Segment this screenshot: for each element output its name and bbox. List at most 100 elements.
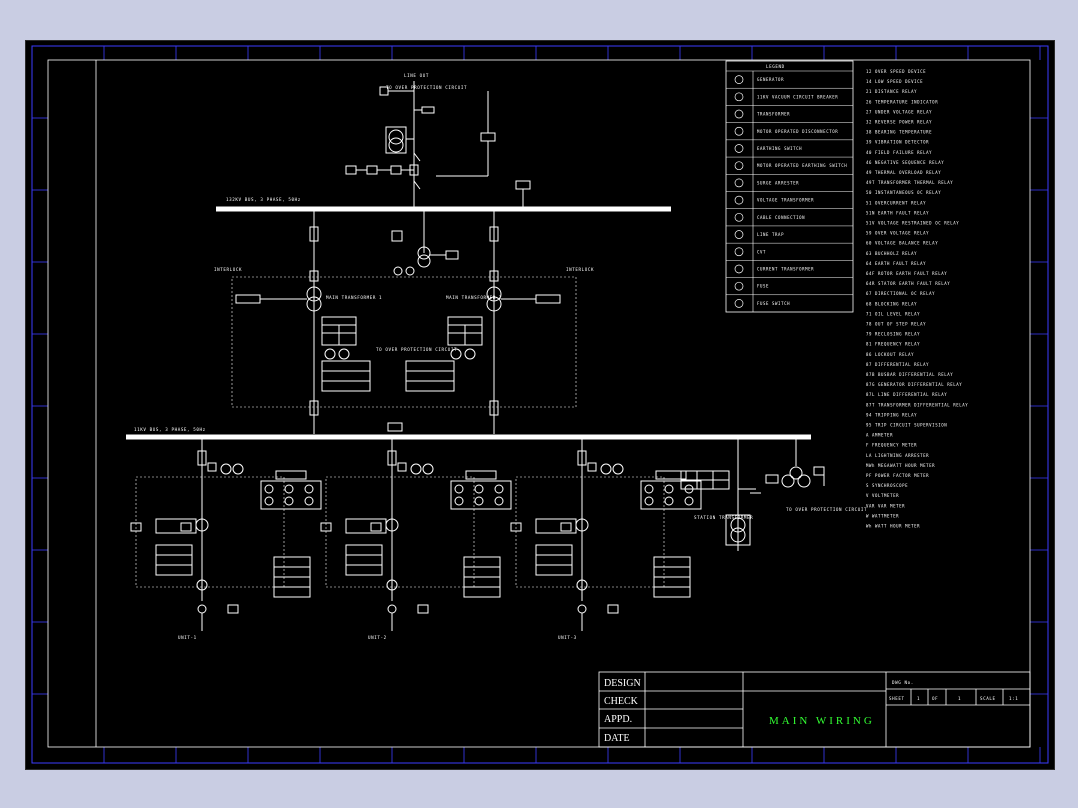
legend-code: 81 FREQUENCY RELAY [866,342,920,347]
legend-code: VAR VAR METER [866,503,905,508]
legend-item: GENERATOR [757,77,784,82]
legend-symbol [734,109,744,119]
legend-code: 95 TRIP CIRCUIT SUPERVISION [866,423,947,428]
legend-code: 21 DISTANCE RELAY [866,89,917,94]
legend-code: 63 BUCHHOLZ RELAY [866,251,917,256]
legend-code: 64 EARTH FAULT RELAY [866,261,926,266]
legend-item: FUSE SWITCH [757,301,790,306]
legend-code: PF POWER FACTOR METER [866,473,929,478]
to-protection-hv: TO OVER PROTECTION CIRCUIT [376,347,457,352]
main-tx-left: MAIN TRANSFORMER 1 [326,295,382,300]
legend-code: 50 INSTANTANEOUS OC RELAY [866,190,941,195]
legend-item: CVT [757,249,766,254]
unit-label: UNIT-3 [558,635,577,640]
line-out-label: LINE OUT [404,73,429,78]
legend-symbol [734,75,744,84]
legend-code: 64F ROTOR EARTH FAULT RELAY [866,271,947,276]
legend-code: 27 UNDER VOLTAGE RELAY [866,109,932,114]
legend-code: 51V VOLTAGE RESTRAINED OC RELAY [866,221,959,226]
legend-symbol [734,230,744,239]
legend-code: 32 REVERSE POWER RELAY [866,120,932,125]
appd-label: APPD. [604,714,632,725]
hv-section: LINE OUT 132KV BUS, 3 PHASE, 50Hz INTERL… [126,73,811,440]
legend-table: LEGEND GENERATOR 11KV VACUUM CIRCUIT BREA… [725,60,854,313]
sheet-label: SHEET [889,696,905,701]
of-number: 1 [958,696,961,701]
generator-unit: UNIT-2 [320,437,512,640]
legend-code: 38 BEARING TEMPERATURE [866,130,932,135]
legend-code: 94 TRIPPING RELAY [866,412,917,417]
legend-code: V VOLTMETER [866,493,899,498]
scale-label: SCALE [980,696,996,701]
generator-unit: UNIT-1 [130,437,322,640]
single-line-diagram: LEGEND GENERATOR 11KV VACUUM CIRCUIT BREA… [31,45,1049,764]
legend-item: LINE TRAP [757,232,784,237]
legend-code: 87T TRANSFORMER DIFFERENTIAL RELAY [866,402,968,407]
legend-code: LA LIGHTNING ARRESTER [866,453,929,458]
drawing-viewport[interactable]: LEGEND GENERATOR 11KV VACUUM CIRCUIT BREA… [25,40,1055,770]
legend-symbol [734,161,744,171]
interlock-right: INTERLOCK [566,267,594,272]
legend-code: 79 RECLOSING RELAY [866,332,920,337]
legend-code: 87L LINE DIFFERENTIAL RELAY [866,392,947,397]
legend-code: 60 VOLTAGE BALANCE RELAY [866,241,938,246]
hv-bus-label: 132KV BUS, 3 PHASE, 50Hz [226,197,301,202]
legend-code: 64R STATOR EARTH FAULT RELAY [866,281,950,286]
unit-label: UNIT-1 [178,635,197,640]
legend-title: LEGEND [766,64,785,69]
legend-code: 14 LOW SPEED DEVICE [866,79,923,84]
unit-label: UNIT-2 [368,635,387,640]
legend-code: MWh MEGAWATT HOUR METER [866,463,935,468]
drawing-title: MAIN WIRING [769,715,875,727]
design-label: DESIGN [604,678,641,689]
top-protection-label: TO OVER PROTECTION CIRCUIT [386,85,467,90]
legend-code: 26 TEMPERATURE INDICATOR [866,99,938,104]
legend-code: 49T TRANSFORMER THERMAL RELAY [866,180,953,185]
generator-unit: UNIT-3 [510,437,702,640]
interlock-left: INTERLOCK [214,267,242,272]
legend-symbol [734,178,744,188]
legend-code: 46 NEGATIVE SEQUENCE RELAY [866,160,944,165]
cad-viewer: LEGEND GENERATOR 11KV VACUUM CIRCUIT BREA… [0,0,1078,808]
dwg-no-label: DWG No. [892,680,914,685]
legend-symbol [734,281,744,291]
legend-code: 49 THERMAL OVERLOAD RELAY [866,170,941,175]
legend-item: MOTOR OPERATED DISCONNECTOR [757,129,838,134]
check-label: CHECK [604,696,639,707]
legend-code: 51N EARTH FAULT RELAY [866,210,929,215]
legend-code: 86 LOCKOUT RELAY [866,352,914,357]
sheet-number: 1 [917,696,920,701]
main-tx-right: MAIN TRANSFORMER 2 [446,295,502,300]
station-tx-label: STATION TRANSFORMER [694,515,753,520]
legend-item: VOLTAGE TRANSFORMER [757,198,814,203]
legend-symbol [734,264,744,274]
legend-item: SURGE ARRESTER [757,180,799,185]
legend-symbol [734,299,744,308]
lv-bus-label: 11KV BUS, 3 PHASE, 50Hz [134,427,206,432]
legend-symbol [734,126,744,136]
legend-code: A AMMETER [866,433,893,438]
of-label: OF [932,696,938,701]
legend-code: 12 OVER SPEED DEVICE [866,69,926,74]
legend-symbol [734,92,744,102]
legend-code: 87B BUSBAR DIFFERENTIAL RELAY [866,372,953,377]
legend-code: W WATTMETER [866,513,899,518]
legend-item: CURRENT TRANSFORMER [757,266,814,271]
legend-item: TRANSFORMER [757,112,790,117]
legend-code: 71 OIL LEVEL RELAY [866,311,920,316]
legend-item: EARTHING SWITCH [757,146,802,151]
legend-code: 68 BLOCKING RELAY [866,301,917,306]
station-transformer-feeder: STATION TRANSFORMER TO OVER PROTECTION C… [680,437,867,551]
legend-code: F FREQUENCY METER [866,443,917,448]
legend-item: 11KV VACUUM CIRCUIT BREAKER [757,94,838,99]
aux-protection-label: TO OVER PROTECTION CIRCUIT [786,507,867,512]
legend-symbol [734,247,744,257]
legend-symbol [734,212,744,222]
legend-code: 67 DIRECTIONAL OC RELAY [866,291,935,296]
legend-code: 51 OVERCURRENT RELAY [866,200,926,205]
legend-code: 87G GENERATOR DIFFERENTIAL RELAY [866,382,962,387]
legend-symbol [734,195,744,205]
scale-value: 1:1 [1009,696,1018,701]
legend-code: 87 DIFFERENTIAL RELAY [866,362,929,367]
legend-code: 40 FIELD FAILURE RELAY [866,150,932,155]
